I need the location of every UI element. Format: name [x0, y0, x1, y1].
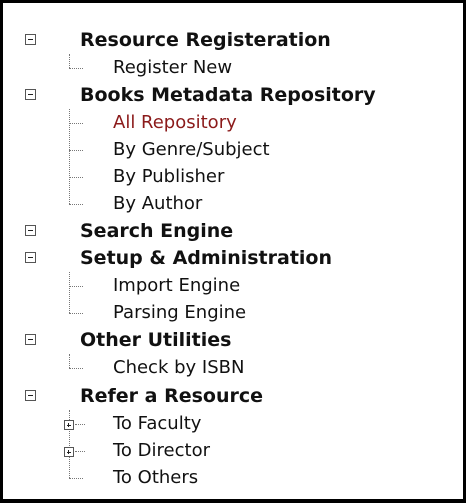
collapse-toggle-icon[interactable] — [25, 334, 36, 345]
tree-connector-line — [75, 424, 85, 425]
expand-toggle-icon[interactable] — [64, 420, 74, 430]
leaf-label[interactable]: Check by ISBN — [113, 357, 244, 379]
collapse-toggle-icon[interactable] — [25, 225, 36, 236]
tree-leaf-by-author[interactable]: By Author — [3, 191, 463, 218]
leaf-label[interactable]: To Others — [113, 467, 198, 489]
tree-node-books-metadata-repository[interactable]: Books Metadata Repository — [3, 82, 463, 109]
section-label[interactable]: Refer a Resource — [80, 385, 263, 407]
leaf-label[interactable]: To Director — [113, 440, 210, 462]
leaf-label-active[interactable]: All Repository — [113, 112, 237, 134]
expand-toggle-icon[interactable] — [64, 447, 74, 457]
tree-leaf-all-repository[interactable]: All Repository — [3, 110, 463, 137]
tree-leaf-to-others[interactable]: To Others — [3, 465, 463, 492]
tree-node-other-utilities[interactable]: Other Utilities — [3, 327, 463, 354]
section-label[interactable]: Setup & Administration — [80, 247, 332, 269]
leaf-label[interactable]: To Faculty — [113, 413, 201, 435]
tree-connector-line — [69, 177, 83, 178]
tree-node-resource-registeration[interactable]: Resource Registeration — [3, 27, 463, 54]
section-label[interactable]: Other Utilities — [80, 329, 231, 351]
collapse-toggle-icon[interactable] — [25, 34, 36, 45]
tree-connector-line — [69, 478, 83, 479]
tree-node-to-faculty[interactable]: To Faculty — [3, 411, 463, 438]
tree-node-refer-a-resource[interactable]: Refer a Resource — [3, 383, 463, 410]
leaf-label[interactable]: By Author — [113, 193, 202, 215]
section-label[interactable]: Search Engine — [80, 220, 233, 242]
tree-leaf-import-engine[interactable]: Import Engine — [3, 273, 463, 300]
tree-connector-line — [69, 150, 83, 151]
tree-connector-line — [69, 68, 83, 69]
tree-leaf-by-publisher[interactable]: By Publisher — [3, 164, 463, 191]
tree-connector-line — [69, 368, 83, 369]
tree-node-search-engine[interactable]: Search Engine — [3, 218, 463, 245]
tree-connector-line — [69, 123, 83, 124]
tree-leaf-by-genre-subject[interactable]: By Genre/Subject — [3, 137, 463, 164]
tree-node-to-director[interactable]: To Director — [3, 438, 463, 465]
section-label[interactable]: Resource Registeration — [80, 29, 331, 51]
tree-leaf-parsing-engine[interactable]: Parsing Engine — [3, 300, 463, 327]
leaf-label[interactable]: By Publisher — [113, 166, 224, 188]
collapse-toggle-icon[interactable] — [25, 390, 36, 401]
tree-connector-line — [69, 204, 83, 205]
collapse-toggle-icon[interactable] — [25, 252, 36, 263]
collapse-toggle-icon[interactable] — [25, 89, 36, 100]
leaf-label[interactable]: Register New — [113, 57, 232, 79]
section-label[interactable]: Books Metadata Repository — [80, 84, 376, 106]
tree-connector-line — [69, 286, 83, 287]
leaf-label[interactable]: Import Engine — [113, 275, 240, 297]
tree-connector-line — [75, 451, 85, 452]
navigation-tree-panel: Resource Registeration Register New Book… — [0, 0, 466, 503]
tree-leaf-check-by-isbn[interactable]: Check by ISBN — [3, 355, 463, 382]
tree-leaf-register-new[interactable]: Register New — [3, 55, 463, 82]
tree-node-setup-administration[interactable]: Setup & Administration — [3, 245, 463, 272]
leaf-label[interactable]: By Genre/Subject — [113, 139, 270, 161]
tree-connector-line — [69, 313, 83, 314]
leaf-label[interactable]: Parsing Engine — [113, 302, 246, 324]
